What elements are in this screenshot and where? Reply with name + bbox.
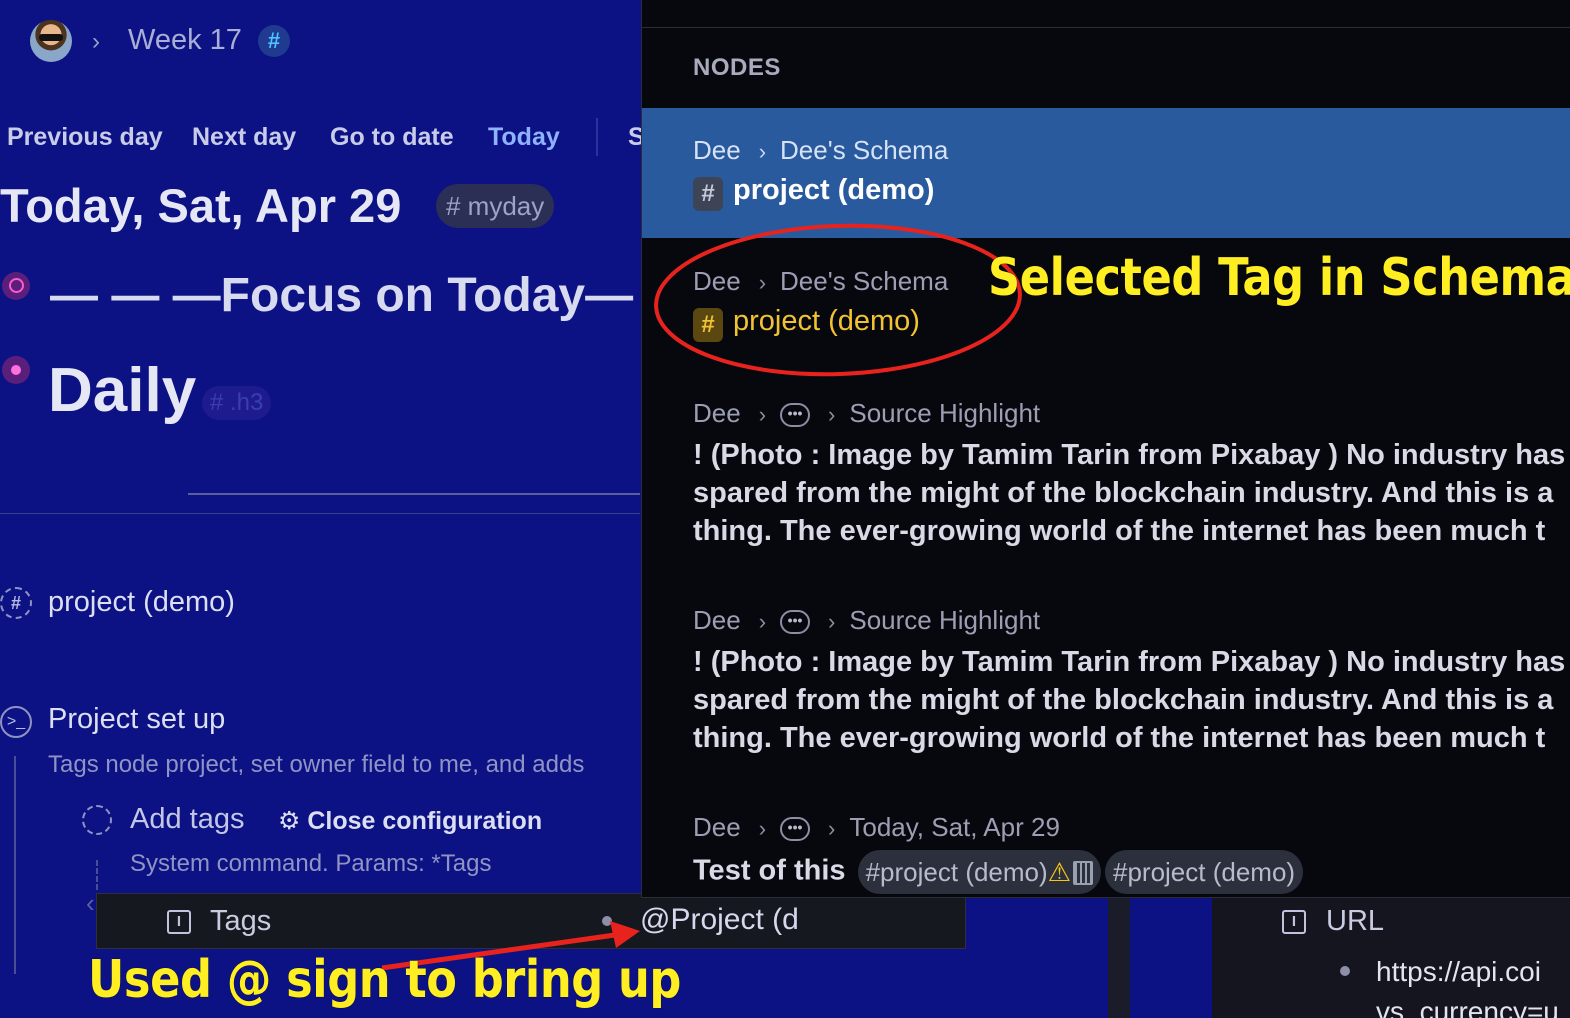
nodes-section-header: NODES xyxy=(693,54,781,81)
tag-hash-icon: # xyxy=(693,177,723,211)
result-title: Test of this #project (demo)⚠ #project (d… xyxy=(693,850,1304,894)
annotation-selected-tag: Selected Tag in Schema xyxy=(988,248,1570,308)
divider xyxy=(0,513,640,514)
result-snippet: ! (Photo : Image by Tamim Tarin from Pix… xyxy=(693,643,1570,757)
result-title-text: project (demo) xyxy=(733,174,935,206)
result-snippet: ! (Photo : Image by Tamim Tarin from Pix… xyxy=(693,436,1570,550)
text-field-icon: I xyxy=(1282,910,1306,934)
snippet-line: ! (Photo : Image by Tamim Tarin from Pix… xyxy=(693,439,1566,471)
result-title: # project (demo) xyxy=(693,305,920,342)
hash-tag-icon[interactable]: # xyxy=(258,25,290,57)
snippet-line: spared from the might of the blockchain … xyxy=(693,684,1554,716)
breadcrumb-chevron-icon: › xyxy=(92,28,100,55)
today-button[interactable]: Today xyxy=(488,123,560,152)
myday-tag[interactable]: # myday xyxy=(436,184,555,228)
page-title: Today, Sat, Apr 29 xyxy=(0,179,402,232)
result-item[interactable]: Dee › ••• › Source Highlight ! (Photo : Imag… xyxy=(642,585,1570,785)
crumb-parent: Source Highlight xyxy=(849,398,1041,428)
project-setup-description: Tags node project, set owner field to me… xyxy=(48,751,585,778)
annotation-used-at-sign: Used @ sign to bring up xyxy=(88,950,681,1010)
gear-icon: ⚙ xyxy=(278,807,301,835)
daily-heading: Daily xyxy=(48,356,197,425)
close-configuration-button[interactable]: ⚙ Close configuration xyxy=(278,806,542,836)
tags-field-label: Tags xyxy=(210,905,272,937)
divider xyxy=(642,27,1570,28)
warning-icon: ⚠ xyxy=(1047,857,1071,887)
command-icon[interactable]: >_ xyxy=(0,706,32,738)
result-breadcrumb: Dee › ••• › Source Highlight xyxy=(693,605,1040,636)
chevron-right-icon: › xyxy=(758,816,767,841)
snippet-line: spared from the might of the blockchain … xyxy=(693,477,1554,509)
field-bullet-icon xyxy=(1340,966,1350,976)
go-to-date-button[interactable]: Go to date xyxy=(330,123,454,152)
tag-hash-icon: # xyxy=(693,308,723,342)
chevron-right-icon: › xyxy=(758,609,767,634)
url-value-continued[interactable]: vs_currency=u xyxy=(1376,996,1559,1018)
snippet-line: ! (Photo : Image by Tamim Tarin from Pix… xyxy=(693,646,1566,678)
project-setup-node[interactable]: Project set up xyxy=(48,703,225,736)
trash-icon[interactable] xyxy=(1072,861,1093,885)
result-breadcrumb: Dee › ••• › Source Highlight xyxy=(693,398,1040,429)
chevron-right-icon: › xyxy=(758,402,767,427)
crumb-parent: Today, Sat, Apr 29 xyxy=(849,812,1060,842)
collapse-caret-icon[interactable]: ‹ xyxy=(86,888,95,919)
close-configuration-label: Close configuration xyxy=(307,807,543,835)
add-tags-icon[interactable] xyxy=(82,805,112,835)
tag-chip-label: #project (demo) xyxy=(865,857,1048,887)
chevron-right-icon: › xyxy=(828,402,836,427)
tags-field-input[interactable]: @Project (d xyxy=(640,903,799,937)
url-value[interactable]: https://api.coi xyxy=(1376,956,1541,988)
result-title: # project (demo) xyxy=(693,174,934,211)
nav-divider xyxy=(596,118,598,156)
crumb-owner: Dee xyxy=(693,135,741,165)
result-item[interactable]: Dee › ••• › Source Highlight ! (Photo : Imag… xyxy=(642,378,1570,578)
crumb-owner: Dee xyxy=(693,812,741,842)
node-bullet-icon[interactable] xyxy=(2,356,30,384)
result-title-text: Test of this xyxy=(693,854,846,887)
focus-heading: — — —Focus on Today— — xyxy=(50,269,695,322)
snippet-line: thing. The ever-growing world of the int… xyxy=(693,722,1546,754)
next-day-button[interactable]: Next day xyxy=(192,123,296,152)
more-crumbs-icon[interactable]: ••• xyxy=(780,817,811,842)
breadcrumb-week[interactable]: Week 17 xyxy=(128,24,242,57)
crumb-schema: Dee's Schema xyxy=(780,135,949,165)
project-demo-node[interactable]: project (demo) xyxy=(48,586,235,619)
crumb-schema: Dee's Schema xyxy=(780,266,949,296)
chevron-right-icon: › xyxy=(758,270,767,295)
tag-chip-label: #project (demo) xyxy=(1112,857,1296,887)
crumb-parent: Source Highlight xyxy=(849,605,1041,635)
crumb-owner: Dee xyxy=(693,398,741,428)
result-item-selected[interactable]: Dee › Dee's Schema # project (demo) xyxy=(642,108,1570,238)
tree-guide-line xyxy=(14,756,16,974)
more-crumbs-icon[interactable]: ••• xyxy=(780,610,811,635)
result-title-text: project (demo) xyxy=(733,305,920,337)
more-crumbs-icon[interactable]: ••• xyxy=(780,403,811,428)
tag-chip[interactable]: #project (demo)⚠ xyxy=(857,850,1101,894)
crumb-owner: Dee xyxy=(693,605,741,635)
result-breadcrumb: Dee › Dee's Schema xyxy=(693,266,948,297)
chevron-right-icon: › xyxy=(828,609,836,634)
result-breadcrumb: Dee › Dee's Schema xyxy=(693,135,948,166)
crumb-owner: Dee xyxy=(693,266,741,296)
field-bullet-icon xyxy=(602,916,612,926)
search-bullet-icon[interactable] xyxy=(2,272,30,300)
search-results-popup: NODES Dee › Dee's Schema # project (demo) D… xyxy=(641,0,1570,898)
text-field-icon: I xyxy=(167,910,191,934)
system-command-params: System command. Params: *Tags xyxy=(130,850,492,877)
user-avatar[interactable] xyxy=(30,20,72,62)
tag-node-icon[interactable]: # xyxy=(0,587,32,619)
add-tags-node[interactable]: Add tags xyxy=(130,803,244,836)
tag-chip[interactable]: #project (demo) xyxy=(1104,850,1304,894)
result-item[interactable]: Dee › ••• › Today, Sat, Apr 29 Test of this … xyxy=(642,792,1570,897)
snippet-line: thing. The ever-growing world of the int… xyxy=(693,515,1546,547)
result-breadcrumb: Dee › ••• › Today, Sat, Apr 29 xyxy=(693,812,1060,843)
previous-day-button[interactable]: Previous day xyxy=(7,123,163,152)
divider xyxy=(188,493,640,495)
chevron-right-icon: › xyxy=(828,816,836,841)
h3-tag[interactable]: # .h3 xyxy=(202,386,272,420)
url-field-label: URL xyxy=(1326,905,1385,937)
chevron-right-icon: › xyxy=(758,139,767,164)
tree-guide-line xyxy=(96,860,98,890)
panel-gutter xyxy=(1108,895,1130,1018)
